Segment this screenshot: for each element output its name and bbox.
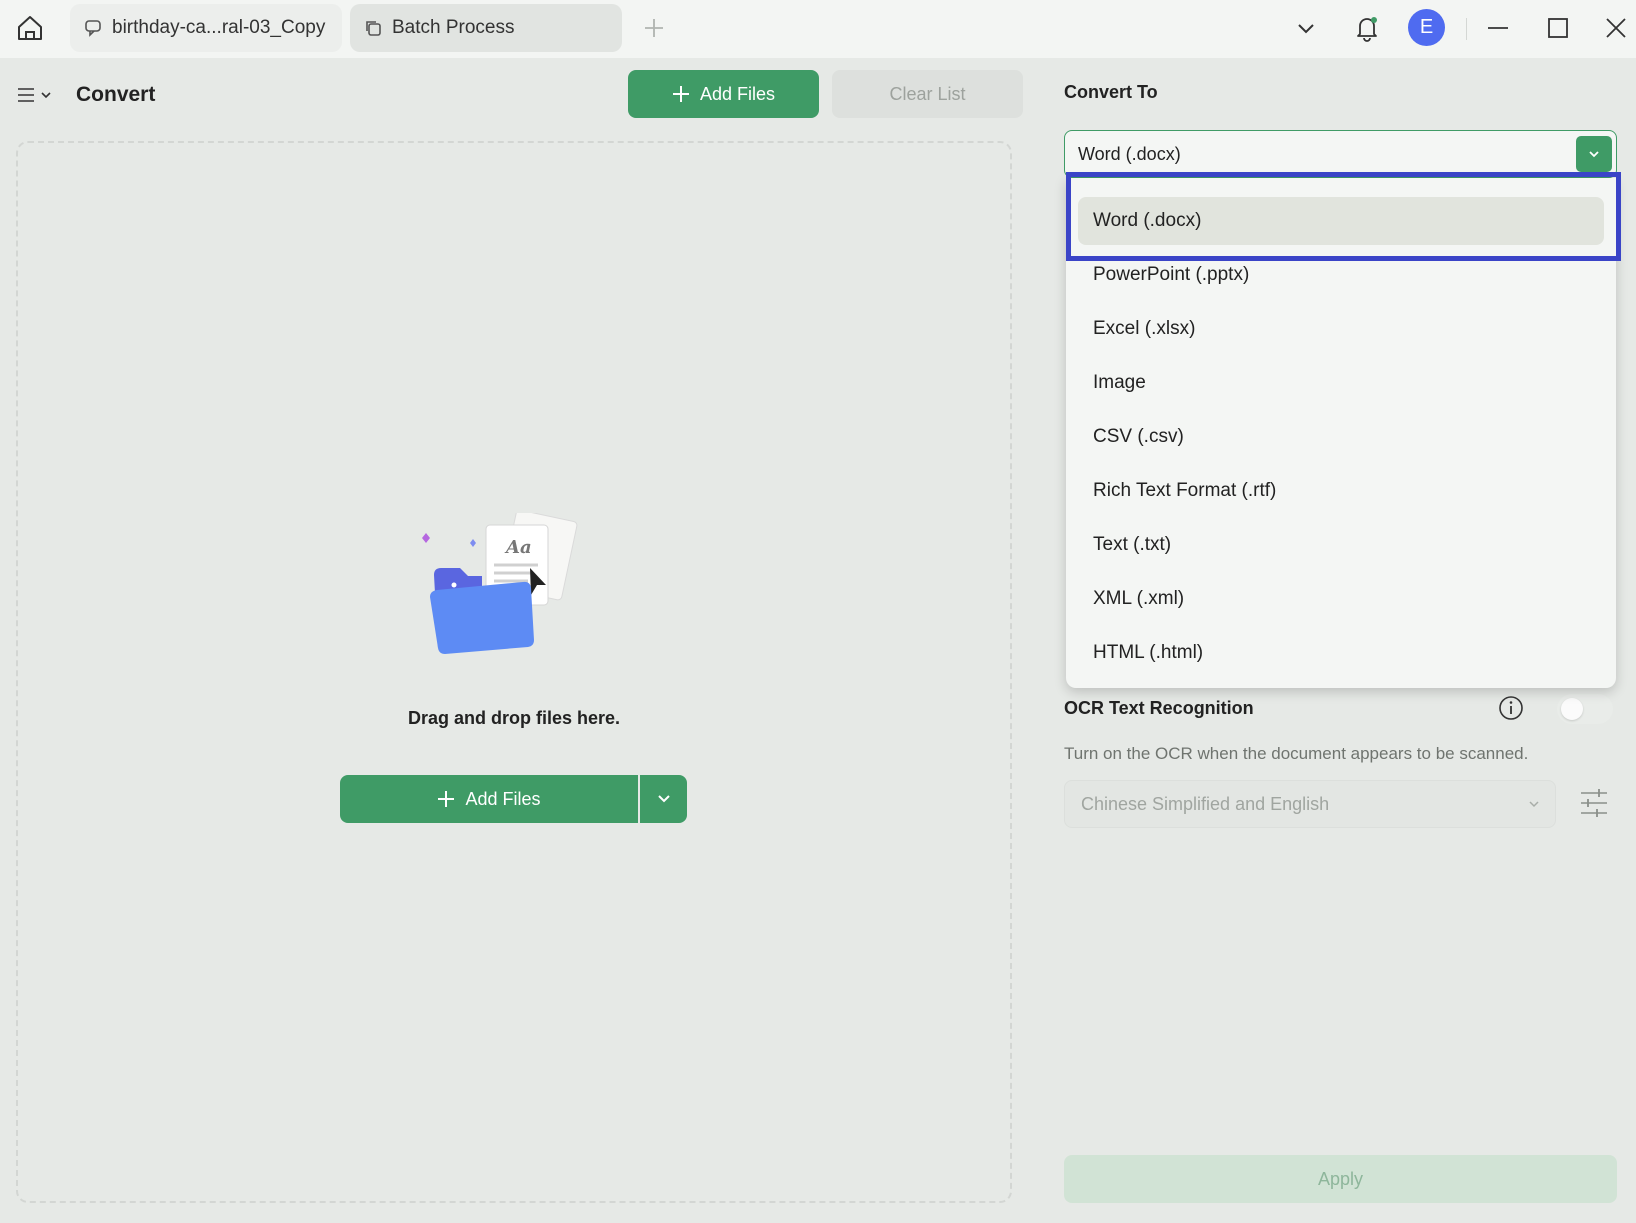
avatar[interactable]: E [1408,9,1445,46]
tab-batch-process-label: Batch Process [392,17,515,38]
notifications-button[interactable] [1347,10,1387,46]
ocr-language-select[interactable]: Chinese Simplified and English [1064,780,1556,828]
add-files-button[interactable]: Add Files [628,70,819,118]
close-button[interactable] [1596,10,1636,46]
ocr-label: OCR Text Recognition [1064,698,1254,718]
format-option-word[interactable]: Word (.docx) [1078,197,1604,245]
format-option-xml[interactable]: XML (.xml) [1078,575,1604,623]
maximize-icon [1548,18,1568,38]
add-files-options-button[interactable] [640,775,687,823]
format-option-rtf[interactable]: Rich Text Format (.rtf) [1078,467,1604,515]
clear-list-button[interactable]: Clear List [832,70,1023,118]
format-option-excel[interactable]: Excel (.xlsx) [1078,305,1604,353]
format-select-arrow[interactable] [1576,136,1612,172]
toggle-knob [1561,698,1583,720]
plus-icon [645,19,663,37]
format-select-value: Word (.docx) [1078,143,1181,164]
copy-icon [362,17,384,39]
drop-instructions: Drag and drop files here. [407,708,621,728]
drop-zone[interactable] [16,141,1012,1203]
hamburger-icon [18,88,34,102]
format-select[interactable]: Word (.docx) [1064,130,1617,178]
tab-document[interactable]: birthday-ca...ral-03_Copy [70,4,342,52]
format-option-html[interactable]: HTML (.html) [1078,629,1604,677]
bell-icon [1357,17,1377,42]
format-option-text[interactable]: Text (.txt) [1078,521,1604,569]
format-dropdown-menu: Word (.docx) PowerPoint (.pptx) Excel (.… [1066,178,1616,688]
chevron-down-icon [1589,151,1599,158]
apply-button[interactable]: Apply [1064,1155,1617,1203]
chevron-down-icon [41,92,51,99]
home-button[interactable] [12,10,48,46]
add-files-label: Add Files [699,83,776,104]
add-files-main-button[interactable]: Add Files [340,775,638,823]
sliders-icon[interactable] [1578,786,1610,820]
plus-icon [438,791,455,807]
tabs-overflow-button[interactable] [1286,10,1326,46]
titlebar-divider [1466,18,1467,40]
tab-batch-process[interactable]: Batch Process [350,4,622,52]
minimize-icon [1488,27,1508,29]
home-icon [18,16,42,40]
folder-documents-illustration: Aa [422,513,578,654]
title-bar: birthday-ca...ral-03_Copy Batch Process … [0,0,1636,58]
tab-document-label: birthday-ca...ral-03_Copy [112,17,326,38]
ocr-toggle[interactable] [1557,694,1613,724]
ocr-description: Turn on the OCR when the document appear… [1064,744,1529,763]
svg-text:Aa: Aa [504,537,532,558]
file-list-pane: Convert Add Files Clear List Aa Drag and… [0,58,1034,1223]
chevron-down-icon [1529,801,1539,808]
new-tab-button[interactable] [638,12,670,44]
chevron-down-icon [657,795,670,803]
minimize-button[interactable] [1478,10,1518,46]
format-option-powerpoint[interactable]: PowerPoint (.pptx) [1078,251,1604,299]
info-icon[interactable] [1498,695,1524,721]
page-title: Convert [76,83,156,106]
ocr-language-value: Chinese Simplified and English [1081,793,1330,814]
format-option-csv[interactable]: CSV (.csv) [1078,413,1604,461]
close-icon [1606,18,1626,38]
format-option-image[interactable]: Image [1078,359,1604,407]
convert-to-label: Convert To [1064,82,1158,102]
chevron-down-icon [1298,24,1314,34]
comment-icon [82,17,104,39]
add-files-main-label: Add Files [465,788,541,809]
maximize-button[interactable] [1538,10,1578,46]
menu-toggle-button[interactable] [16,80,58,110]
plus-icon [672,86,689,102]
